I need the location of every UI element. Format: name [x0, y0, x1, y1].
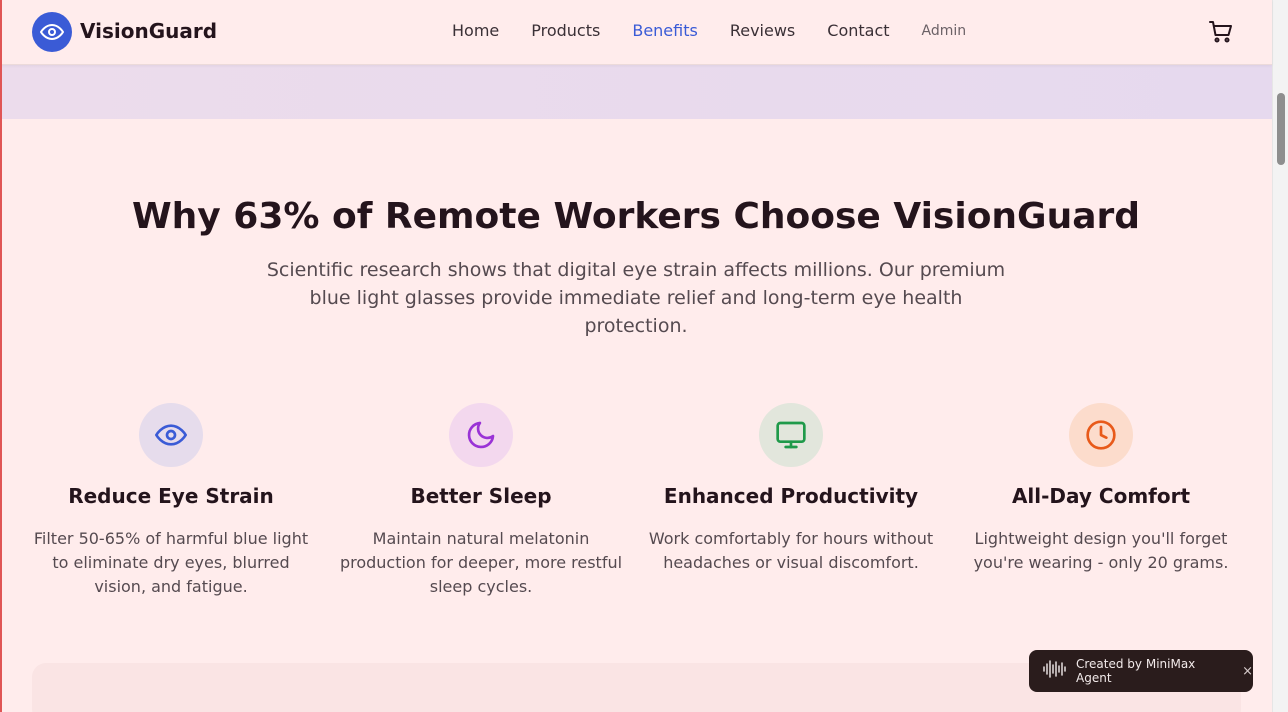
- feature-description: Work comfortably for hours without heada…: [648, 529, 934, 572]
- nav-admin[interactable]: Admin: [922, 23, 967, 39]
- nav-products[interactable]: Products: [531, 21, 600, 40]
- feature-description: Maintain natural melatonin production fo…: [339, 529, 623, 596]
- feature-title: Reduce Eye Strain: [68, 484, 274, 508]
- monitor-icon: [759, 403, 823, 467]
- feature-description: Filter 50-65% of harmful blue light to e…: [33, 529, 309, 596]
- nav-contact[interactable]: Contact: [827, 21, 889, 40]
- nav-benefits[interactable]: Benefits: [632, 21, 698, 40]
- feature-title: All-Day Comfort: [1011, 484, 1191, 508]
- feature-card: Better Sleep Maintain natural melatonin …: [326, 403, 636, 599]
- logo-eye-icon[interactable]: [32, 12, 72, 52]
- hero-banner-edge: [2, 65, 1272, 119]
- brand-name[interactable]: VisionGuard: [80, 19, 217, 43]
- created-by-badge[interactable]: Created by MiniMax Agent ×: [1029, 650, 1253, 692]
- main-nav: Home Products Benefits Reviews Contact A…: [452, 21, 966, 40]
- clock-icon: [1069, 403, 1133, 467]
- benefits-subtitle: Scientific research shows that digital e…: [266, 259, 1006, 337]
- benefits-heading: Why 63% of Remote Workers Choose VisionG…: [131, 196, 1141, 237]
- window-edge: [0, 0, 2, 712]
- benefits-feature-list: Reduce Eye Strain Filter 50-65% of harmf…: [16, 403, 1256, 599]
- nav-reviews[interactable]: Reviews: [730, 21, 795, 40]
- feature-card: Reduce Eye Strain Filter 50-65% of harmf…: [16, 403, 326, 599]
- scrollbar-thumb[interactable]: [1277, 93, 1285, 165]
- feature-card: Enhanced Productivity Work comfortably f…: [636, 403, 946, 599]
- feature-card: All-Day Comfort Lightweight design you'l…: [946, 403, 1256, 599]
- eye-icon: [139, 403, 203, 467]
- scrollbar[interactable]: [1272, 0, 1288, 712]
- close-icon[interactable]: ×: [1242, 664, 1253, 679]
- cart-icon[interactable]: [1208, 20, 1234, 44]
- badge-label: Created by MiniMax Agent: [1076, 657, 1196, 685]
- feature-title: Better Sleep: [410, 484, 552, 508]
- moon-icon: [449, 403, 513, 467]
- waveform-icon: [1042, 659, 1068, 683]
- nav-home[interactable]: Home: [452, 21, 499, 40]
- top-navbar: VisionGuard Home Products Benefits Revie…: [0, 0, 1272, 65]
- feature-title: Enhanced Productivity: [663, 484, 919, 508]
- feature-description: Lightweight design you'll forget you're …: [973, 529, 1229, 572]
